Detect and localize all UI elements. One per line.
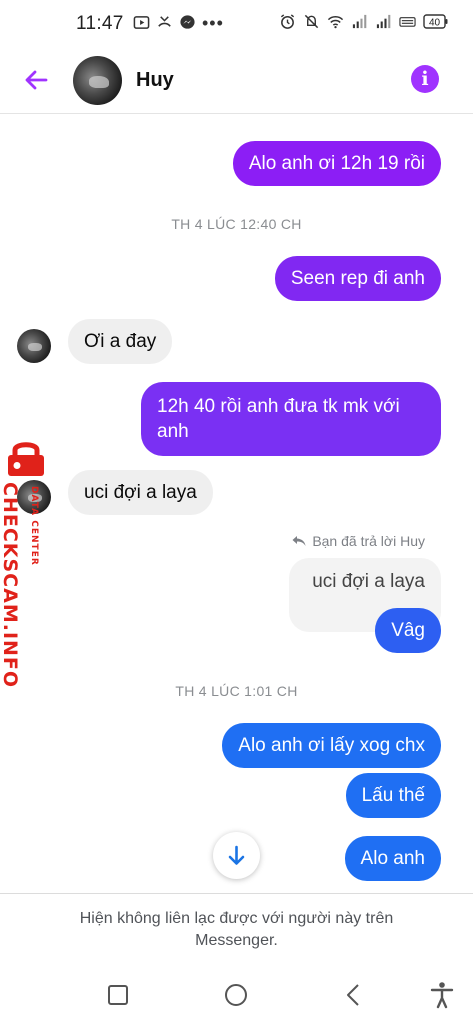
contact-name[interactable]: Huy (136, 69, 174, 92)
outgoing-message[interactable]: Alo anh ơi lấy xog chx (222, 723, 441, 768)
arrow-left-icon[interactable] (20, 64, 52, 96)
outgoing-message[interactable]: Alo anh ơi 12h 19 rồi (232, 141, 441, 186)
system-nav-bar (0, 966, 473, 1024)
outgoing-message[interactable]: 12h 40 rồi anh đưa tk mk với anh (141, 382, 441, 456)
signal-icon (352, 14, 367, 29)
outgoing-message[interactable]: Lấu thế (345, 773, 441, 818)
youtube-icon (133, 16, 150, 29)
watermark-brand: CHECKSCAM.INFO (0, 482, 21, 689)
mute-icon (304, 14, 319, 29)
incoming-message[interactable]: Ơi a đay (68, 319, 173, 364)
status-time: 11:47 (76, 13, 124, 34)
info-icon[interactable]: i (411, 65, 439, 93)
quoted-message-text: uci đợi a laya (312, 571, 425, 592)
accessibility-icon[interactable] (426, 979, 458, 1011)
outgoing-message[interactable]: Alo anh (344, 836, 441, 881)
watermark: CHECKSCAM.INFO DATA CENTER (0, 438, 52, 688)
volte-icon (399, 17, 416, 27)
scroll-to-bottom-button[interactable] (213, 832, 260, 879)
notice-text: Hiện không liên lạc được với người này t… (79, 910, 394, 949)
triangle-back-icon[interactable] (338, 979, 370, 1011)
padlock-icon (8, 442, 44, 476)
outgoing-message[interactable]: Vâg (375, 608, 441, 653)
messenger-icon (180, 15, 195, 29)
incoming-message[interactable]: uci đợi a laya (68, 470, 213, 515)
status-left-icons: ••• (133, 12, 224, 33)
contact-avatar[interactable] (73, 56, 122, 105)
message-line: 12h 40 rồi anh đưa tk mk với (157, 396, 400, 417)
wifi-icon (327, 16, 344, 29)
message-line: anh (157, 421, 189, 442)
reply-icon (292, 536, 306, 546)
circle-icon[interactable] (220, 979, 252, 1011)
composer-disabled-notice: Hiện không liên lạc được với người này t… (0, 893, 473, 965)
arrow-down-icon (228, 845, 245, 865)
conversation-header: Huy i (0, 48, 473, 114)
contact-avatar-small[interactable] (17, 329, 51, 363)
missed-call-icon (158, 16, 171, 27)
watermark-sub: DATA CENTER (29, 486, 39, 566)
alarm-icon (280, 14, 295, 29)
more-dots-icon: ••• (202, 12, 224, 33)
timestamp: TH 4 LÚC 1:01 CH (175, 683, 298, 699)
signal-icon (376, 14, 391, 29)
reply-note-text: Bạn đã trả lời Huy (312, 533, 425, 549)
status-bar: 11:47 ••• 40 (0, 0, 473, 48)
reply-note: Bạn đã trả lời Huy (291, 533, 425, 549)
timestamp: TH 4 LÚC 12:40 CH (171, 216, 302, 232)
square-icon[interactable] (102, 979, 134, 1011)
battery-icon: 40 (423, 14, 448, 29)
battery-level: 40 (429, 18, 441, 29)
outgoing-message[interactable]: Seen rep đi anh (274, 256, 441, 301)
status-right-icons: 40 (279, 13, 449, 30)
